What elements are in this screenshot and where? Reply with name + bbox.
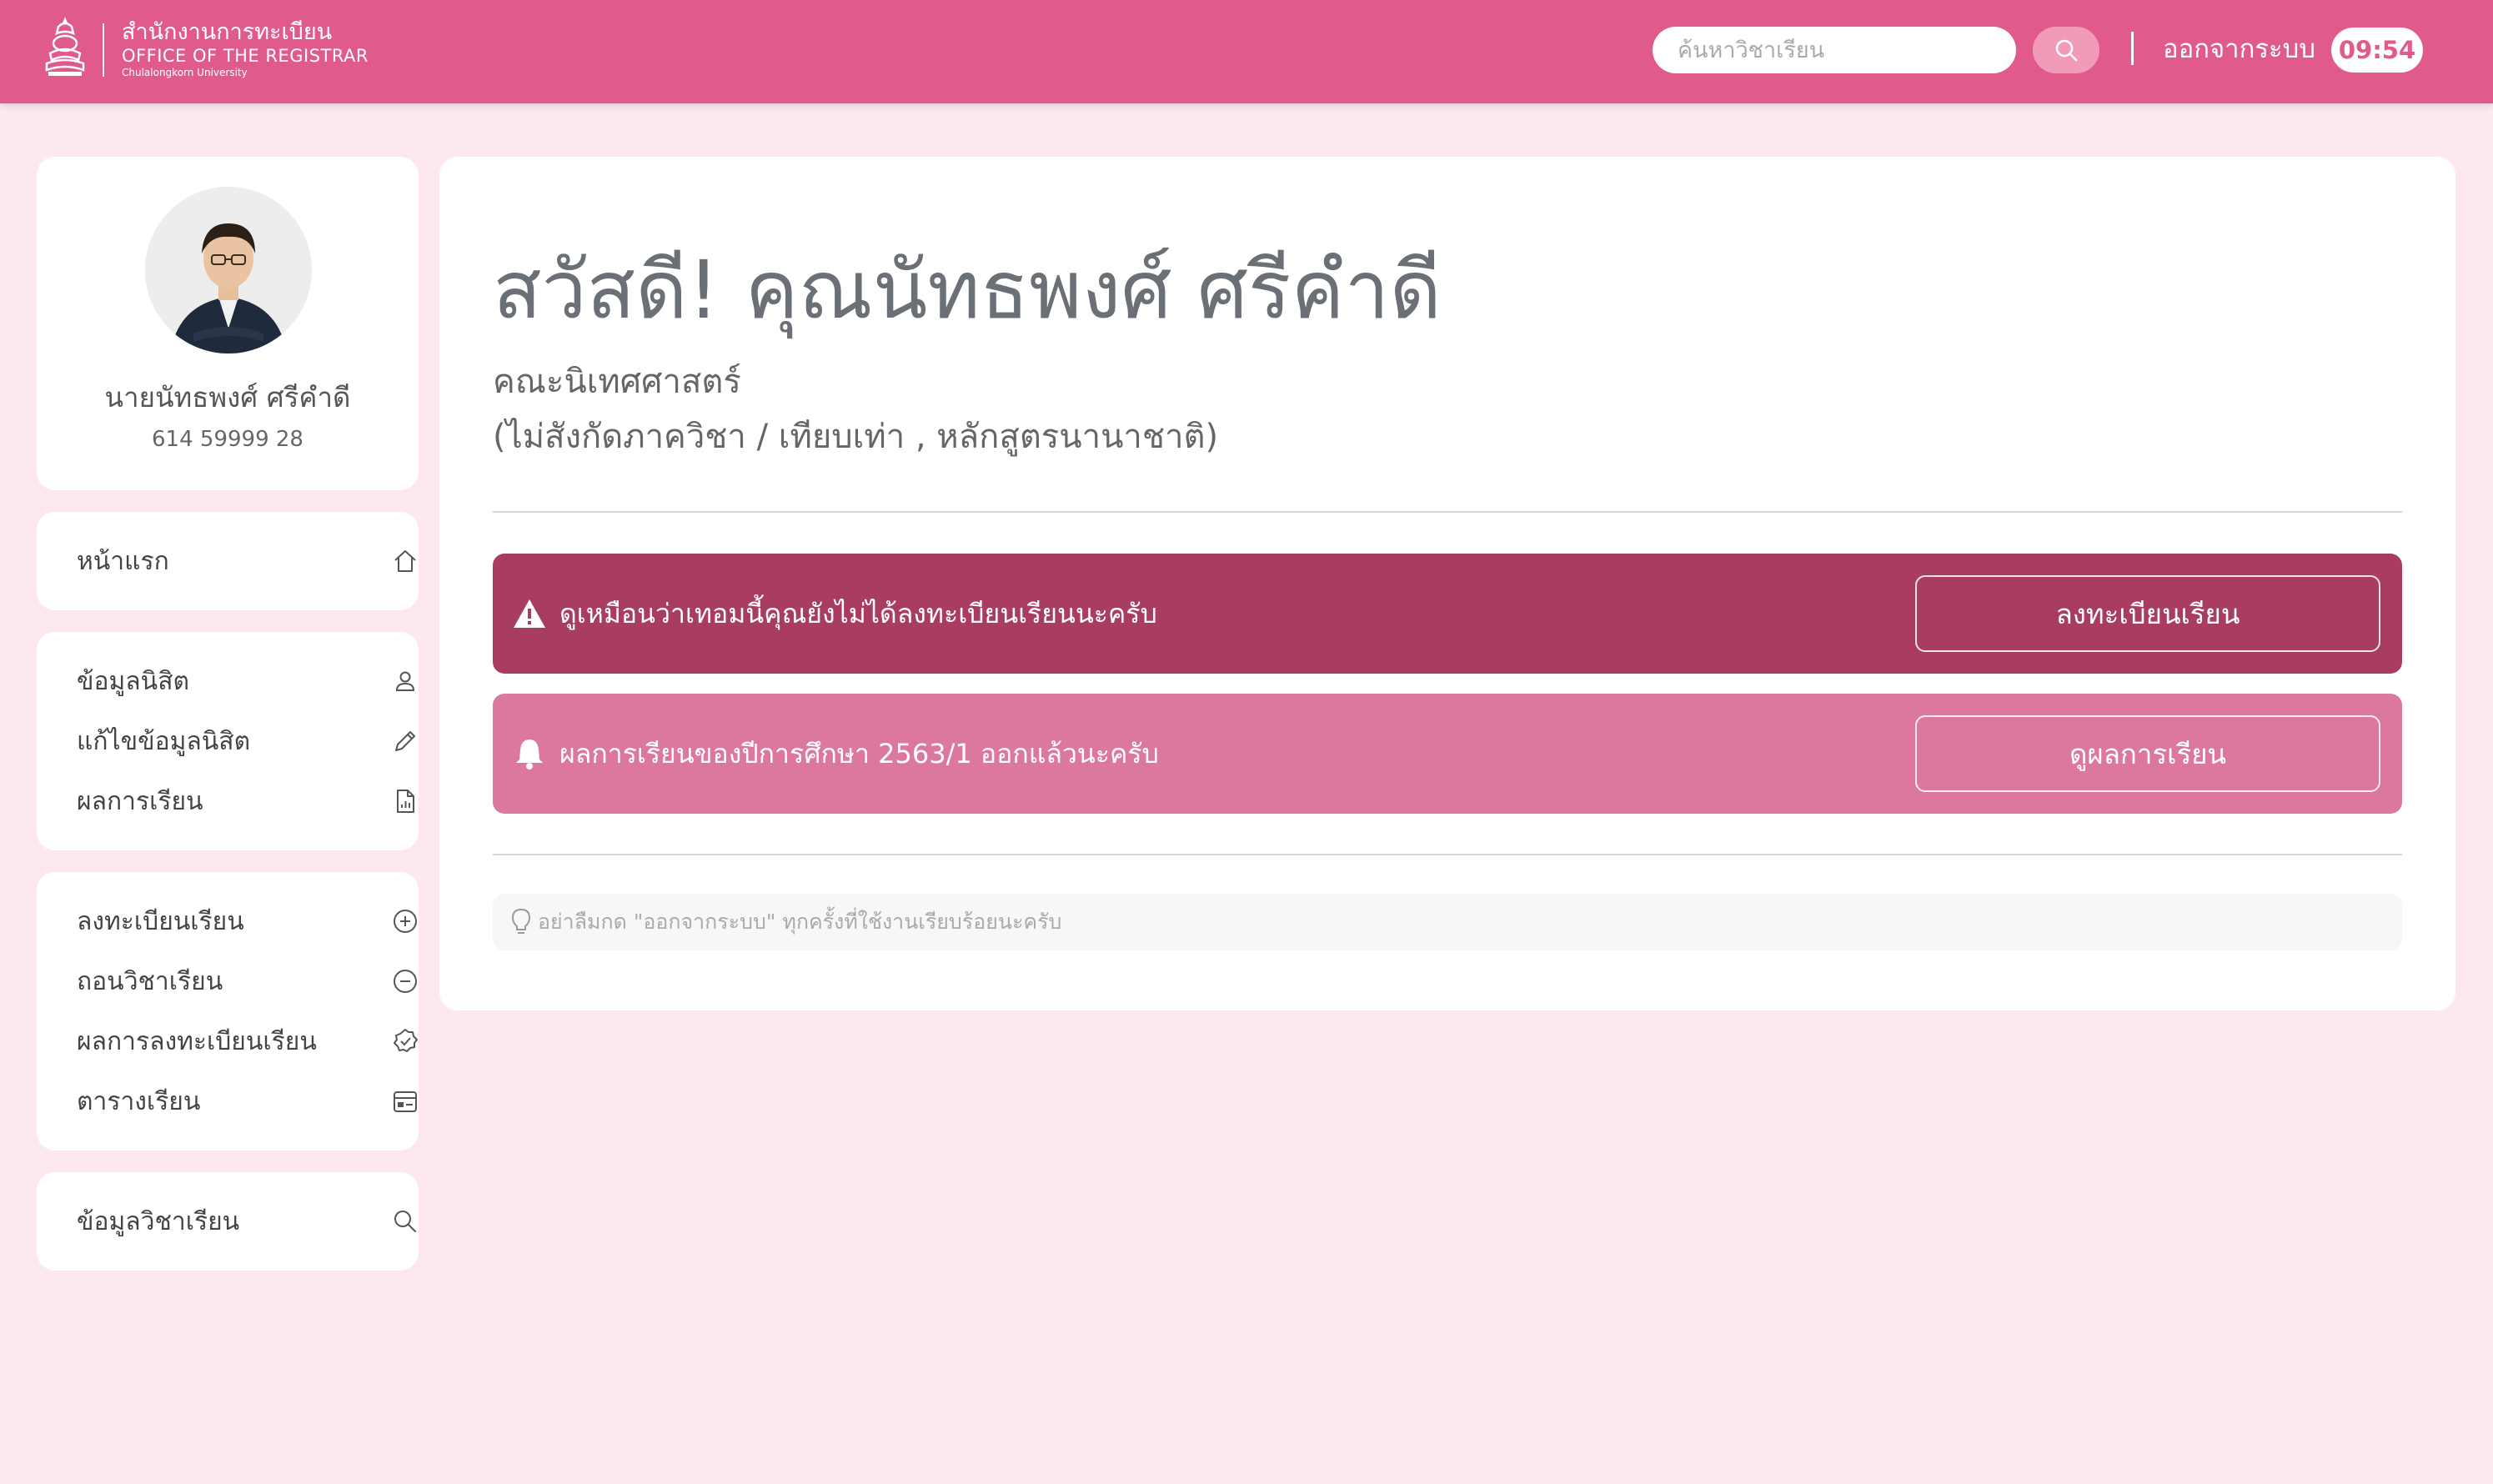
register-now-button[interactable]: ลงทะเบียนเรียน — [1915, 575, 2380, 652]
pencil-icon — [389, 724, 422, 758]
sidebar-item-label: แก้ไขข้อมูลนิสิต — [77, 726, 251, 756]
divider — [493, 854, 2402, 855]
view-grades-button[interactable]: ดูผลการเรียน — [1915, 715, 2380, 792]
sidebar-item-edit-info[interactable]: แก้ไขข้อมูลนิสิต — [77, 717, 422, 765]
sidebar-item-course-info[interactable]: ข้อมูลวิชาเรียน — [77, 1197, 422, 1246]
course-search-input[interactable] — [1653, 27, 2016, 73]
sidebar-registration-card: ลงทะเบียนเรียน ถอนวิชาเรียน ผลการลงทะเบี… — [37, 872, 419, 1151]
logo-subtitle: Chulalongkorn University — [122, 67, 248, 78]
sidebar-home-card: หน้าแรก — [37, 512, 419, 610]
user-icon — [389, 664, 422, 698]
tip-text: อย่าลืมกด "ออกจากระบบ" ทุกครั้งที่ใช้งาน… — [538, 910, 1062, 934]
sidebar-item-home[interactable]: หน้าแรก — [77, 537, 422, 585]
logout-tip: อย่าลืมกด "ออกจากระบบ" ทุกครั้งที่ใช้งาน… — [493, 894, 2402, 950]
student-name: นายนัทธพงศ์ ศรีคำดี — [104, 381, 351, 414]
sidebar-student-card: ข้อมูลนิสิต แก้ไขข้อมูลนิสิต ผลการเรียน — [37, 632, 419, 850]
sidebar-item-label: ข้อมูลนิสิต — [77, 666, 189, 696]
alert-message: ดูเหมือนว่าเทอมนี้คุณยังไม่ได้ลงทะเบียนเ… — [559, 598, 1157, 629]
sidebar-item-label: ผลการลงทะเบียนเรียน — [77, 1026, 317, 1056]
lightbulb-icon — [504, 905, 538, 939]
plus-circle-icon — [389, 905, 422, 938]
sidebar-item-timetable[interactable]: ตารางเรียน — [77, 1077, 422, 1126]
logo-divider — [103, 23, 104, 77]
profile-card: นายนัทธพงศ์ ศรีคำดี 614 59999 28 — [37, 157, 419, 490]
logout-link[interactable]: ออกจากระบบ — [2163, 28, 2315, 70]
chula-logo-icon[interactable] — [42, 15, 88, 78]
warning-icon — [511, 595, 548, 632]
avatar — [145, 187, 312, 353]
sidebar-course-card: ข้อมูลวิชาเรียน — [37, 1172, 419, 1271]
calendar-icon — [389, 1085, 422, 1118]
home-icon — [389, 544, 422, 578]
search-icon — [389, 1205, 422, 1238]
logo-title-thai: สำนักงานการทะเบียน — [122, 19, 333, 45]
report-file-icon — [389, 785, 422, 818]
logo-title-english: OFFICE OF THE REGISTRAR — [122, 46, 369, 66]
faculty-name: คณะนิเทศศาสตร์ — [493, 363, 741, 401]
info-message: ผลการเรียนของปีการศึกษา 2563/1 ออกแล้วนะ… — [559, 738, 1159, 770]
minus-circle-icon — [389, 965, 422, 998]
search-icon — [2055, 39, 2078, 62]
sidebar-item-label: ถอนวิชาเรียน — [77, 966, 223, 996]
registration-alert-banner: ดูเหมือนว่าเทอมนี้คุณยังไม่ได้ลงทะเบียนเ… — [493, 554, 2402, 674]
bell-icon — [511, 735, 548, 772]
grades-info-banner: ผลการเรียนของปีการศึกษา 2563/1 ออกแล้วนะ… — [493, 694, 2402, 814]
sidebar-item-register-result[interactable]: ผลการลงทะเบียนเรียน — [77, 1017, 422, 1065]
main-content: สวัสดี! คุณนัทธพงศ์ ศรีคำดี คณะนิเทศศาสต… — [439, 157, 2455, 1010]
sidebar-item-student-info[interactable]: ข้อมูลนิสิต — [77, 657, 422, 705]
page-title: สวัสดี! คุณนัทธพงศ์ ศรีคำดี — [493, 243, 1442, 337]
header-separator — [2131, 32, 2134, 65]
sidebar-item-label: ผลการเรียน — [77, 786, 203, 816]
sidebar-item-withdraw[interactable]: ถอนวิชาเรียน — [77, 957, 422, 1005]
student-id: 614 59999 28 — [152, 427, 303, 452]
search-button[interactable] — [2033, 27, 2099, 73]
sidebar-item-label: ตารางเรียน — [77, 1086, 201, 1116]
sidebar-item-label: ข้อมูลวิชาเรียน — [77, 1206, 240, 1236]
session-timer: 09:54 — [2331, 28, 2423, 73]
check-badge-icon — [389, 1025, 422, 1058]
top-navbar: สำนักงานการทะเบียน OFFICE OF THE REGISTR… — [0, 0, 2493, 103]
sidebar-item-grades[interactable]: ผลการเรียน — [77, 777, 422, 825]
sidebar-item-label: ลงทะเบียนเรียน — [77, 906, 244, 936]
divider — [493, 511, 2402, 513]
program-name: (ไม่สังกัดภาควิชา / เทียบเท่า , หลักสูตร… — [493, 418, 1219, 456]
sidebar-item-label: หน้าแรก — [77, 546, 169, 576]
sidebar-item-register[interactable]: ลงทะเบียนเรียน — [77, 897, 422, 945]
